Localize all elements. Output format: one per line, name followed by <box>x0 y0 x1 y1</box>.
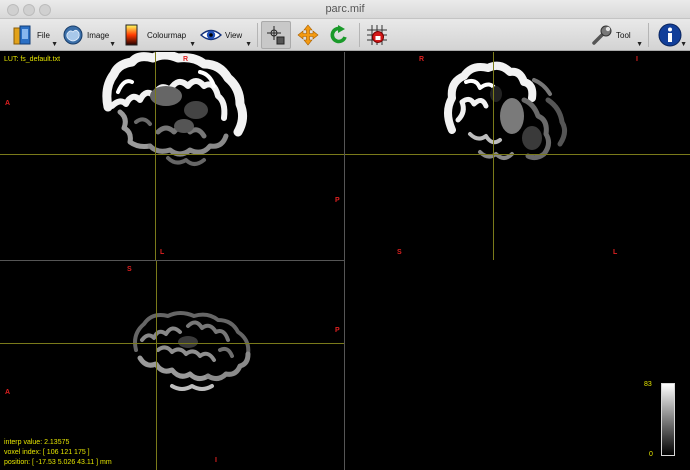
orientation-label: L <box>613 249 618 256</box>
crosshair-vertical <box>156 261 157 470</box>
interp-value-readout: interp value: 2.13575 <box>4 439 70 446</box>
colourmap-menu-button[interactable]: Colourmap ▼ <box>122 21 196 49</box>
crosshair-vertical <box>155 52 156 260</box>
rotate-tool-button[interactable] <box>325 21 353 49</box>
orientation-label: I <box>215 457 217 464</box>
file-menu-label: File <box>37 30 50 40</box>
file-menu-button[interactable]: File ▼ <box>12 21 58 49</box>
pane-divider <box>344 52 345 470</box>
toolbar-separator <box>359 23 360 47</box>
rotate-arrow-icon <box>328 24 350 46</box>
toolbar-separator <box>648 23 649 47</box>
toolbar-separator <box>257 23 258 47</box>
chevron-down-icon: ▼ <box>109 41 116 48</box>
chevron-down-icon: ▼ <box>245 41 252 48</box>
orientation-label: R <box>419 56 425 63</box>
position-readout: position: [ -17.53 5.026 43.11 ] mm <box>4 459 112 466</box>
orientation-label: S <box>127 266 132 273</box>
orientation-label: P <box>335 197 340 204</box>
orientation-label: R <box>183 56 189 63</box>
chevron-down-icon: ▼ <box>51 41 58 48</box>
wrench-icon <box>591 24 613 46</box>
title-bar: parc.mif <box>0 0 690 19</box>
lut-label: LUT: fs_default.txt <box>4 56 61 63</box>
crosshair-horizontal <box>0 343 344 344</box>
chevron-down-icon: ▼ <box>189 41 196 48</box>
crosshair-select-icon <box>265 24 287 46</box>
lock-grid-button[interactable] <box>364 21 390 49</box>
orientation-label: S <box>397 249 402 256</box>
toolbar: File ▼ Image ▼ Colourmap ▼ View ▼ Tool ▼… <box>0 19 690 51</box>
orientation-label: A <box>5 389 11 396</box>
view-menu-label: View <box>225 30 243 40</box>
orientation-label: A <box>5 100 11 107</box>
window-title: parc.mif <box>325 3 365 15</box>
orientation-label: P <box>335 327 340 334</box>
axial-slice-image <box>102 52 248 166</box>
move-arrows-icon <box>297 24 319 46</box>
brain-image-icon <box>62 24 84 46</box>
colour-bar <box>661 383 675 456</box>
tool-menu-label: Tool <box>616 30 631 40</box>
file-icon <box>12 24 34 46</box>
view-menu-button[interactable]: View ▼ <box>199 21 252 49</box>
colourmap-icon <box>122 24 144 46</box>
image-viewport[interactable]: LUT: fs_default.txt R A P L R I S L S A … <box>0 52 690 470</box>
crosshair-vertical <box>493 52 494 260</box>
chevron-down-icon: ▼ <box>680 41 687 48</box>
info-icon <box>658 23 682 47</box>
mrview-window: parc.mif File ▼ Image ▼ Colourmap ▼ View… <box>0 0 690 470</box>
tool-menu-button[interactable]: Tool ▼ <box>591 21 643 49</box>
crosshair-horizontal <box>345 154 690 155</box>
orientation-label: L <box>160 249 165 256</box>
select-tool-button[interactable] <box>261 21 291 49</box>
grid-lock-icon <box>366 24 388 46</box>
chevron-down-icon: ▼ <box>636 41 643 48</box>
pan-tool-button[interactable] <box>294 21 322 49</box>
pane-divider <box>0 260 345 261</box>
voxel-index-readout: voxel index: [ 106 121 175 ] <box>4 449 90 456</box>
image-menu-label: Image <box>87 30 110 40</box>
crosshair-horizontal <box>0 154 344 155</box>
colour-bar-max-label: 83 <box>644 381 652 388</box>
orientation-label: I <box>636 56 638 63</box>
info-button[interactable]: ▼ <box>653 21 687 49</box>
colour-bar-min-label: 0 <box>649 451 653 458</box>
colourmap-menu-label: Colourmap <box>147 30 187 40</box>
sagittal-slice-image <box>133 311 251 391</box>
image-menu-button[interactable]: Image ▼ <box>62 21 116 49</box>
eye-icon <box>199 24 223 46</box>
